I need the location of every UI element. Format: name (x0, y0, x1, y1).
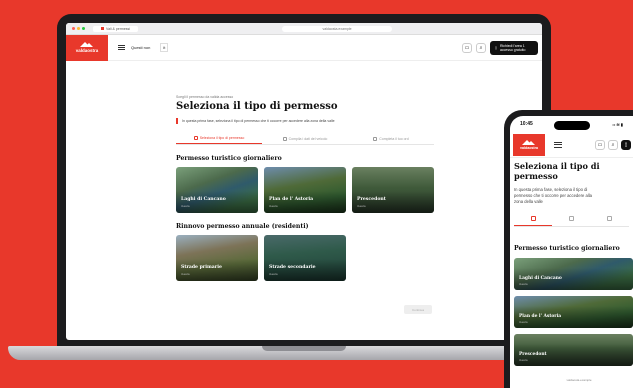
permit-card-prescedont[interactable]: Prescedont 4 euro (352, 167, 434, 213)
card-label: Plan de l' Astoria (269, 197, 314, 202)
permit-card-primarie[interactable]: Strade primarie 4 euro (176, 235, 258, 281)
phone-header: valdaostra ▭ ⌕ ▯ (510, 132, 633, 158)
language-select[interactable]: it (160, 43, 169, 52)
search-icon[interactable]: ⌕ (608, 139, 618, 150)
phone-url-bar[interactable]: valdaosta.example (559, 376, 599, 384)
step-3[interactable]: Completa il tuo ord (348, 134, 434, 144)
page-title: Seleziona il tipo di permesso (514, 161, 600, 181)
stepper: Seleziona il tipo di permesso Compila i … (176, 134, 434, 145)
section-title-annual: Rinnovo permesso annuale (residenti) (176, 223, 309, 230)
car-icon[interactable]: ▭ (595, 139, 605, 150)
card-label: Plan de l' Astoria (519, 314, 562, 319)
step-2-label: Compila i dati del veicolo (288, 136, 328, 141)
intro-text: In questa prima fase, seleziona il tipo … (514, 187, 592, 204)
tab-favicon-icon (101, 27, 104, 30)
permit-card-astoria[interactable]: Plan de l' Astoria 4 euro (264, 167, 346, 213)
permit-card-cancano[interactable]: Laghi di Cancano 4 euro (514, 258, 633, 290)
address-bar[interactable]: valdaosta.example (282, 25, 392, 32)
browser-tab[interactable]: Vali & permessi (93, 25, 139, 32)
search-icon[interactable]: ⌕ (476, 42, 486, 53)
maximize-dot-icon[interactable] (82, 27, 85, 30)
card-sub: 4 euro (181, 272, 190, 276)
phone-screen: 10:45 •• ≋ ▮ valdaostra ▭ ⌕ ▯ Seleziona … (510, 116, 633, 388)
main-content: Scegli il permesso da valida accesso Sel… (66, 95, 542, 281)
logo-text: valdaostra (75, 48, 99, 53)
card-sub: 4 euro (519, 320, 528, 324)
card-label: Prescedont (519, 352, 547, 357)
logo-text: valdaostra (520, 145, 538, 150)
card-sub: 4 euro (519, 358, 528, 362)
mountain-logo-icon (80, 42, 94, 47)
dynamic-island (554, 121, 590, 130)
card-label: Strade secondarie (269, 265, 316, 270)
header-actions: ▭ ⌕ ▯ (595, 139, 631, 150)
cta-button[interactable]: ▯ Richiedi l'area 1 accesso gratuito (490, 40, 538, 55)
url-text: valdaosta.example (322, 26, 352, 31)
header-actions: ▭ ⌕ (462, 42, 486, 53)
permit-card-cancano[interactable]: Laghi di Cancano 4 euro (176, 167, 258, 213)
card-sub: 4 euro (519, 282, 528, 286)
cta-label: Richiedi l'area 1 accesso gratuito (499, 43, 526, 52)
signal-battery-icon: •• ≋ ▮ (612, 121, 623, 127)
daily-permit-cards: Laghi di Cancano 4 euro Plan de l' Astor… (176, 167, 542, 213)
bookmark-icon: ▯ (495, 45, 497, 50)
status-time: 10:45 (520, 121, 533, 127)
mountain-logo-icon (522, 139, 536, 145)
annual-permit-cards: Strade primarie 4 euro Strade secondarie… (176, 235, 542, 281)
tab-title: Vali & permessi (106, 26, 131, 31)
stepper (514, 213, 629, 227)
permit-card-astoria[interactable]: Plan de l' Astoria 4 euro (514, 296, 633, 328)
permit-card-secondarie[interactable]: Strade secondarie 4 euro (264, 235, 346, 281)
card-sub: 4 euro (181, 204, 190, 208)
step-2-icon (568, 216, 574, 221)
laptop-screen: Vali & permessi valdaosta.example valdao… (66, 23, 542, 340)
card-sub: 4 euro (269, 272, 278, 276)
step-1-icon (193, 136, 198, 140)
step-3-icon (607, 216, 613, 221)
site-logo[interactable]: valdaostra (513, 133, 545, 156)
step-3-icon (373, 136, 378, 141)
card-label: Laghi di Cancano (181, 197, 226, 202)
intro-text: In questa prima fase, seleziona il tipo … (176, 118, 542, 124)
close-dot-icon[interactable] (72, 27, 75, 30)
permit-card-prescedont[interactable]: Prescedont 4 euro (514, 334, 633, 366)
minimize-dot-icon[interactable] (77, 27, 80, 30)
step-1-label: Seleziona il tipo di permesso (199, 136, 245, 140)
step-1[interactable]: Seleziona il tipo di permesso (176, 134, 262, 144)
car-icon[interactable]: ▭ (462, 42, 472, 53)
card-sub: 4 euro (357, 204, 366, 208)
breadcrumb: Scegli il permesso da valida accesso (176, 95, 234, 99)
step-3[interactable] (591, 213, 629, 226)
section-title-daily: Permesso turistico giornaliero (514, 245, 620, 252)
step-1-icon (530, 216, 536, 221)
browser-toolbar: Vali & permessi valdaosta.example (66, 23, 542, 35)
menu-icon[interactable] (554, 141, 562, 148)
continue-button[interactable]: Continua (404, 305, 432, 314)
card-label: Laghi di Cancano (519, 276, 562, 281)
card-sub: 4 euro (269, 204, 278, 208)
menu-icon[interactable] (118, 45, 125, 50)
step-2[interactable]: Compila i dati del veicolo (262, 134, 348, 144)
card-label: Strade primarie (181, 265, 222, 270)
step-3-label: Completa il tuo ord (379, 136, 409, 141)
site-logo[interactable]: valdaostra (66, 34, 108, 61)
nav-link[interactable]: Questi non (131, 45, 150, 50)
card-label: Prescedont (357, 197, 386, 202)
step-1[interactable] (514, 213, 553, 226)
section-title-daily: Permesso turistico giornaliero (176, 155, 282, 162)
laptop-notch (262, 346, 346, 351)
site-header: valdaostra Questi non it ▭ ⌕ ▯ Richiedi … (66, 34, 542, 61)
step-2[interactable] (552, 213, 590, 226)
bookmark-icon[interactable]: ▯ (621, 139, 631, 150)
page-title: Seleziona il tipo di permesso (176, 101, 338, 112)
step-2-icon (282, 136, 287, 141)
